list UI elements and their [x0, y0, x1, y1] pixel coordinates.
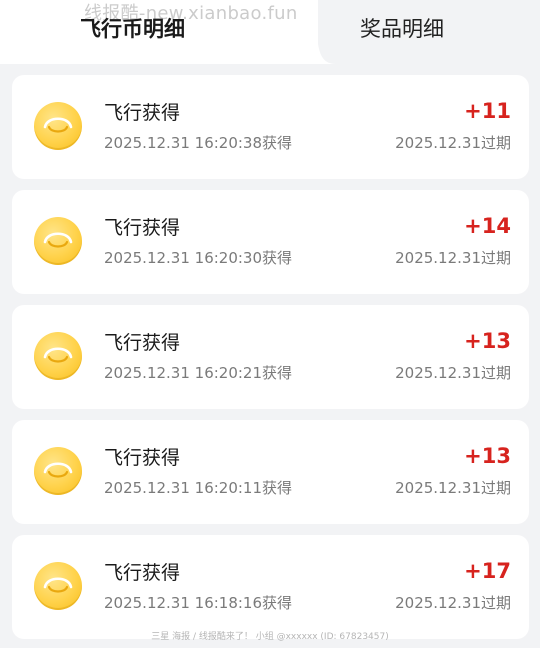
- record-amount: +14: [464, 214, 511, 238]
- coin-icon: [34, 447, 82, 495]
- record-amount: +13: [464, 444, 511, 468]
- record-item: 飞行获得 2025.12.31 16:20:38获得 +11 2025.12.3…: [12, 75, 529, 179]
- record-title: 飞行获得: [104, 562, 181, 584]
- coin-icon: [34, 217, 82, 265]
- record-title: 飞行获得: [104, 217, 181, 239]
- coin-icon: [34, 102, 82, 150]
- record-title: 飞行获得: [104, 332, 181, 354]
- footer-watermark-text: 三星 海报 / 线报酷来了！ 小组 @xxxxxx (ID: 67823457): [151, 632, 389, 642]
- record-expire: 2025.12.31过期: [395, 479, 511, 497]
- record-item: 飞行获得 2025.12.31 16:20:21获得 +13 2025.12.3…: [12, 305, 529, 409]
- record-amount: +13: [464, 329, 511, 353]
- record-expire: 2025.12.31过期: [395, 134, 511, 152]
- record-list: 飞行获得 2025.12.31 16:20:38获得 +11 2025.12.3…: [12, 75, 529, 648]
- tab-prize-detail[interactable]: 奖品明细: [360, 14, 444, 44]
- record-time: 2025.12.31 16:18:16获得: [104, 594, 293, 612]
- record-time: 2025.12.31 16:20:38获得: [104, 134, 293, 152]
- record-item: 飞行获得 2025.12.31 16:20:30获得 +14 2025.12.3…: [12, 190, 529, 294]
- record-amount: +11: [464, 99, 511, 123]
- record-expire: 2025.12.31过期: [395, 364, 511, 382]
- record-expire: 2025.12.31过期: [395, 594, 511, 612]
- page: 线报酷-new.xianbao.fun 飞行币明细 奖品明细 飞行获得 2025…: [0, 0, 540, 648]
- record-item: 飞行获得 2025.12.31 16:20:11获得 +13 2025.12.3…: [12, 420, 529, 524]
- record-amount: +17: [464, 559, 511, 583]
- record-time: 2025.12.31 16:20:30获得: [104, 249, 293, 267]
- tab-flight-coin-detail[interactable]: 飞行币明细: [80, 14, 185, 44]
- coin-icon: [34, 562, 82, 610]
- record-time: 2025.12.31 16:20:21获得: [104, 364, 293, 382]
- record-time: 2025.12.31 16:20:11获得: [104, 479, 293, 497]
- tab-bar: 线报酷-new.xianbao.fun 飞行币明细 奖品明细: [0, 0, 540, 64]
- record-title: 飞行获得: [104, 447, 181, 469]
- record-expire: 2025.12.31过期: [395, 249, 511, 267]
- record-title: 飞行获得: [104, 102, 181, 124]
- coin-icon: [34, 332, 82, 380]
- record-item: 飞行获得 2025.12.31 16:18:16获得 +17 2025.12.3…: [12, 535, 529, 639]
- tab-curve-shape: [296, 0, 336, 64]
